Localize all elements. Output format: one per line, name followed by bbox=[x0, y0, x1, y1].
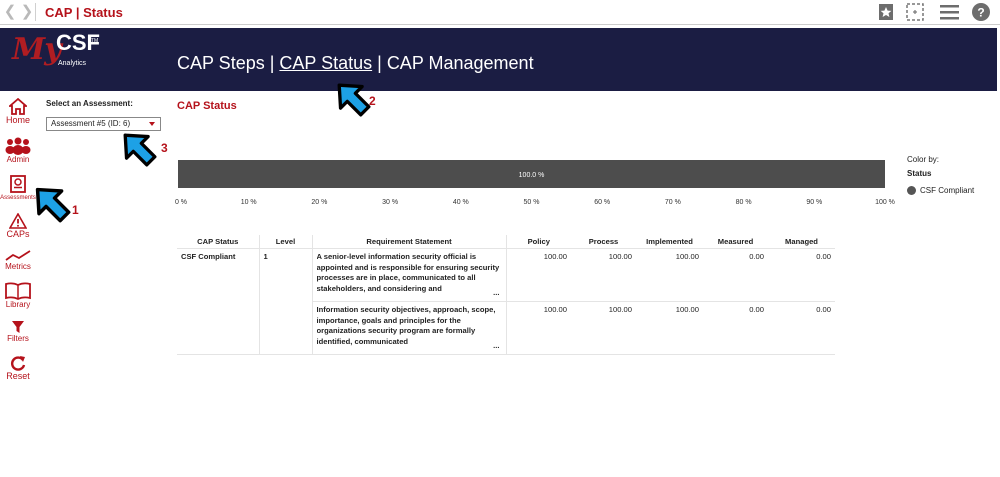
arrow-number-2: 2 bbox=[369, 94, 376, 108]
reset-arrow-icon bbox=[11, 356, 26, 371]
cell-measured: 0.00 bbox=[703, 301, 768, 355]
column-header-process[interactable]: Process bbox=[571, 235, 636, 249]
legend-subtitle: Status bbox=[907, 169, 932, 178]
cell-implemented: 100.00 bbox=[636, 248, 703, 302]
cell-process: 100.00 bbox=[571, 301, 636, 355]
tutorial-arrow-1 bbox=[35, 187, 71, 223]
sidebar-item-label: Metrics bbox=[5, 262, 31, 271]
x-tick-label: 20 % bbox=[311, 199, 327, 206]
x-tick-label: 30 % bbox=[382, 199, 398, 206]
legend-item[interactable]: CSF Compliant bbox=[907, 186, 975, 196]
column-header-measured[interactable]: Measured bbox=[703, 235, 768, 249]
column-header-managed[interactable]: Managed bbox=[768, 235, 835, 249]
sidebar-item-label: Reset bbox=[6, 371, 30, 381]
cap-status-table: CAP Status Level Requirement Statement P… bbox=[177, 235, 835, 355]
app-root: ❮ ❯ CAP | Status ? My CSF TM Analytics C bbox=[0, 0, 1000, 477]
bar-value-label: 100.0 % bbox=[519, 172, 545, 179]
legend-swatch bbox=[907, 186, 916, 196]
x-tick-label: 40 % bbox=[453, 199, 469, 206]
x-tick-label: 0 % bbox=[175, 199, 187, 206]
table-row[interactable]: CSF Compliant 1 A senior-level informati… bbox=[177, 248, 835, 355]
more-ellipsis[interactable]: ... bbox=[490, 287, 500, 298]
cell-cap-status: CSF Compliant bbox=[177, 248, 260, 355]
sidebar-item-reset[interactable]: Reset bbox=[0, 355, 36, 381]
requirement-text: Information security objectives, approac… bbox=[316, 305, 496, 346]
cell-policy: 100.00 bbox=[506, 248, 571, 302]
x-tick-label: 90 % bbox=[806, 199, 822, 206]
x-tick-label: 100 % bbox=[875, 199, 895, 206]
tutorial-arrow-2 bbox=[337, 83, 371, 117]
table-header-row: CAP Status Level Requirement Statement P… bbox=[177, 235, 835, 249]
cell-process: 100.00 bbox=[571, 248, 636, 302]
column-header-policy[interactable]: Policy bbox=[506, 235, 571, 249]
requirement-text: A senior-level information security offi… bbox=[316, 252, 500, 293]
cell-level: 1 bbox=[259, 248, 313, 355]
sidebar-item-label: Library bbox=[5, 300, 31, 309]
status-bar-chart: 100.0 % 0 % 10 % 20 % 30 % 40 % 50 % 60 % 70 % 8… bbox=[175, 160, 895, 206]
cell-requirement: A senior-level information security offi… bbox=[312, 248, 507, 302]
sidebar-item-label: Filters bbox=[7, 334, 29, 343]
sidebar-item-label: CAPs bbox=[6, 229, 30, 239]
legend-title: Color by: bbox=[907, 155, 940, 164]
x-tick-label: 70 % bbox=[665, 199, 681, 206]
legend-item-label: CSF Compliant bbox=[920, 186, 975, 195]
trend-line-icon bbox=[5, 250, 31, 261]
cell-managed: 0.00 bbox=[768, 248, 835, 302]
cell-measured: 0.00 bbox=[703, 248, 768, 302]
x-tick-label: 10 % bbox=[241, 199, 257, 206]
column-header-implemented[interactable]: Implemented bbox=[636, 235, 703, 249]
sidebar-item-filters[interactable]: Filters bbox=[0, 320, 36, 344]
more-ellipsis[interactable]: ... bbox=[490, 340, 500, 351]
x-tick-label: 50 % bbox=[524, 199, 540, 206]
cell-managed: 0.00 bbox=[768, 301, 835, 355]
sidebar-item-metrics[interactable]: Metrics bbox=[0, 250, 36, 272]
funnel-filter-icon bbox=[12, 321, 24, 333]
book-library-icon bbox=[5, 282, 31, 300]
cell-implemented: 100.00 bbox=[636, 301, 703, 355]
x-tick-label: 80 % bbox=[736, 199, 752, 206]
tutorial-arrow-3 bbox=[123, 133, 157, 167]
arrow-number-3: 3 bbox=[161, 141, 168, 155]
sidebar-item-library[interactable]: Library bbox=[0, 282, 36, 310]
column-header-cap-status[interactable]: CAP Status bbox=[177, 235, 260, 249]
column-header-requirement[interactable]: Requirement Statement bbox=[312, 235, 507, 249]
column-header-level[interactable]: Level bbox=[259, 235, 313, 249]
x-tick-label: 60 % bbox=[594, 199, 610, 206]
arrow-number-1: 1 bbox=[72, 203, 79, 217]
cell-policy: 100.00 bbox=[506, 301, 571, 355]
cell-requirement: Information security objectives, approac… bbox=[312, 301, 507, 355]
